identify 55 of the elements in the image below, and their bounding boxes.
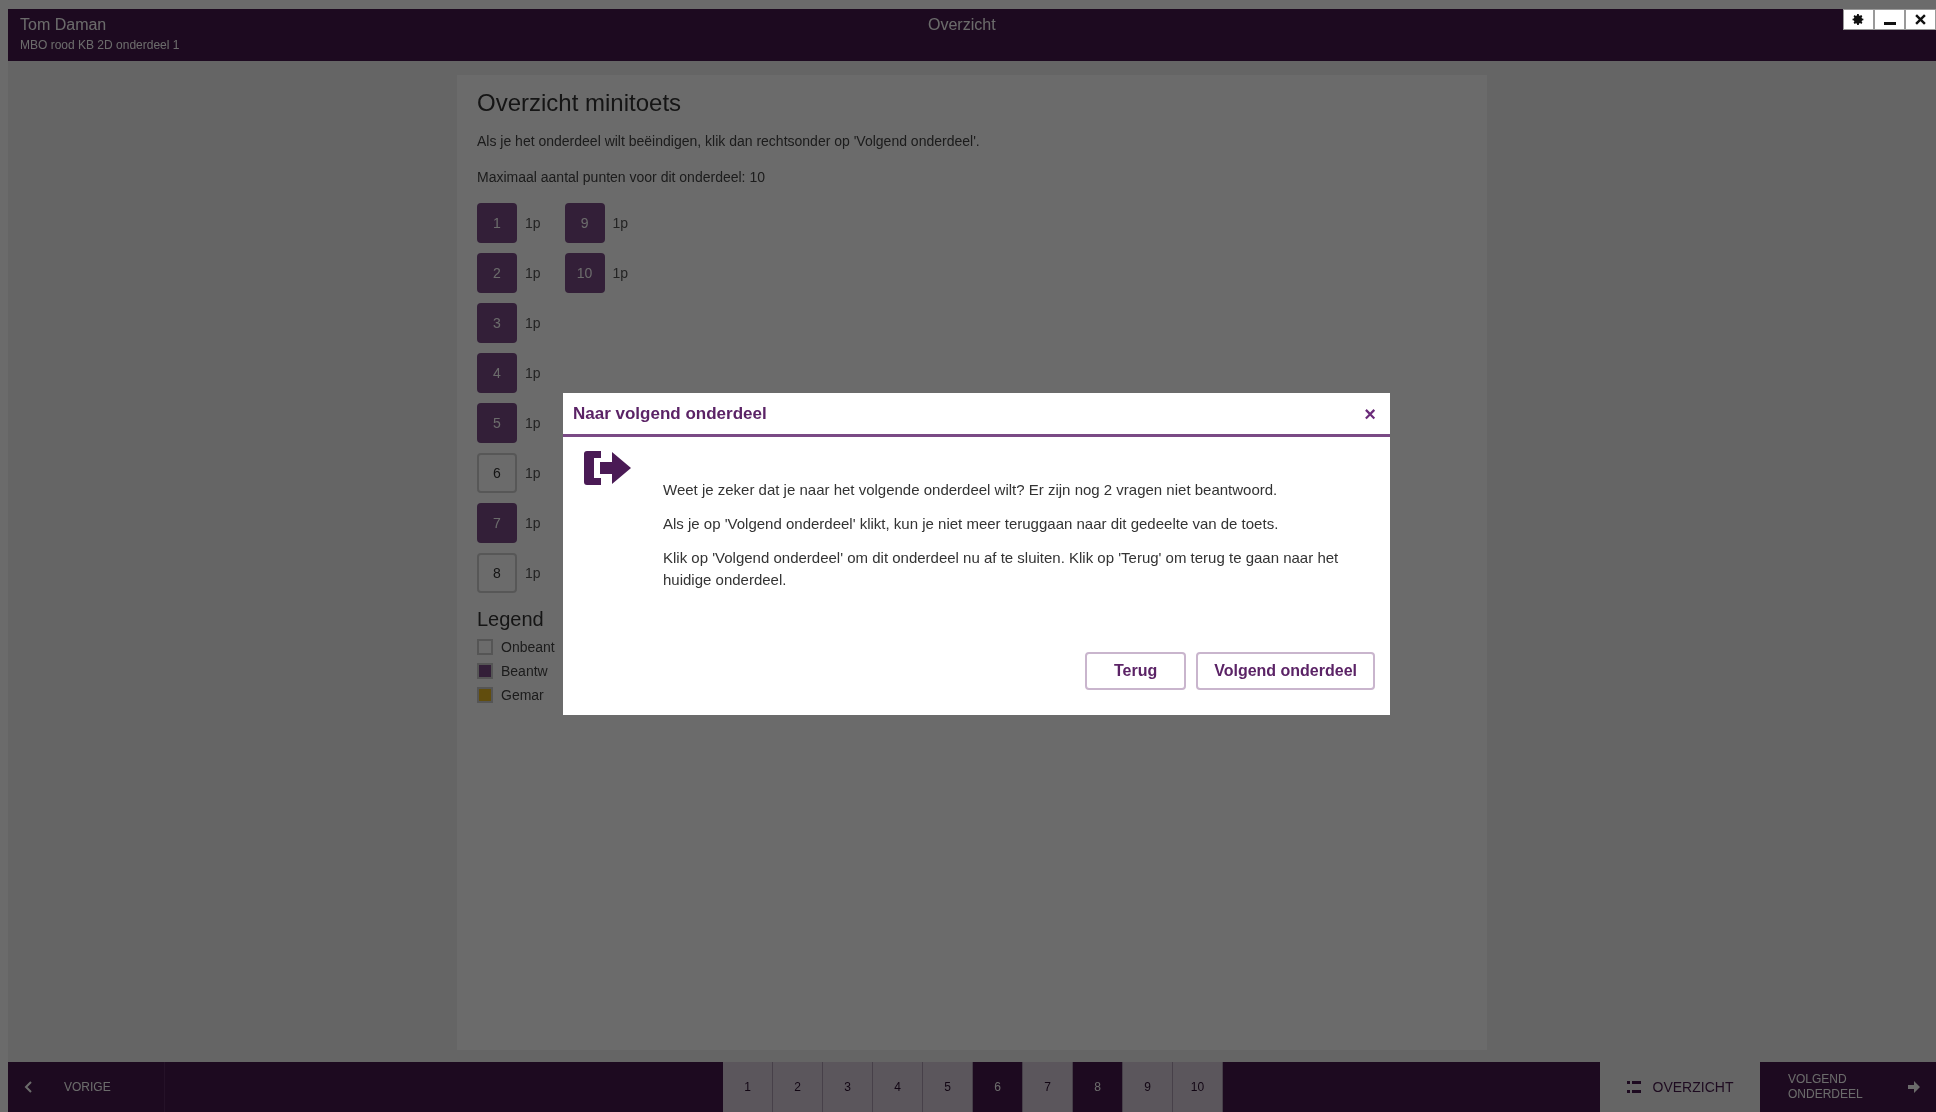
points-label: 1p [525, 214, 541, 233]
chevron-left-icon [24, 1081, 32, 1093]
page-tab[interactable]: 10 [1173, 1062, 1223, 1112]
question-button[interactable]: 9 [564, 203, 605, 243]
exit-arrow-icon [583, 449, 633, 487]
legend-label: Beantw [501, 662, 548, 681]
question-button[interactable]: 5 [477, 403, 517, 443]
question-button[interactable]: 4 [477, 353, 517, 393]
page-tab[interactable]: 5 [923, 1062, 973, 1112]
next-section-button[interactable]: VOLGEND ONDERDEEL [1772, 1062, 1936, 1112]
page-tab[interactable]: 7 [1023, 1062, 1073, 1112]
minimize-icon[interactable] [1874, 9, 1905, 30]
settings-icon[interactable] [1843, 9, 1874, 30]
previous-button[interactable]: VORIGE [8, 1062, 165, 1112]
page-tab[interactable]: 4 [873, 1062, 923, 1112]
overview-heading: Overzicht minitoets [477, 88, 683, 118]
page-tab[interactable]: 3 [823, 1062, 873, 1112]
arrow-right-icon [1908, 1081, 1920, 1093]
points-label: 1p [525, 564, 541, 583]
list-icon [1626, 1081, 1641, 1093]
close-icon[interactable] [1905, 9, 1936, 30]
dialog-message: Als je op 'Volgend onderdeel' klikt, kun je niet meer teruggaan naar dit gedeelte van de toets. [663, 514, 1280, 534]
user-name: Tom Daman [20, 15, 108, 35]
question-button[interactable]: 1 [477, 203, 517, 243]
dialog-message: Weet je zeker dat je naar het volgende onderdeel wilt? Er zijn nog 2 vragen niet beantwoord. [663, 480, 1279, 500]
points-label: 1p [525, 364, 541, 383]
question-button[interactable]: 6 [477, 453, 517, 493]
question-button[interactable]: 8 [477, 553, 517, 593]
points-label: 1p [612, 264, 629, 283]
page-tab[interactable]: 1 [723, 1062, 773, 1112]
max-points-text: Maximaal aantal punten voor dit onderdeel: 10 [477, 168, 766, 187]
instruction-text: Als je het onderdeel wilt beëindigen, klik dan rechtsonder op 'Volgend onderdeel'. [477, 132, 981, 151]
question-button[interactable]: 7 [477, 503, 517, 543]
page-title: Overzicht [928, 15, 996, 35]
page-tab[interactable]: 2 [773, 1062, 823, 1112]
next-section-confirm-button[interactable]: Volgend onderdeel [1196, 652, 1375, 690]
legend-label: Gemar [501, 686, 544, 705]
points-label: 1p [525, 414, 541, 433]
points-label: 1p [525, 464, 541, 483]
question-button[interactable]: 2 [477, 253, 517, 293]
question-button[interactable]: 3 [477, 303, 517, 343]
dialog-title: Naar volgend onderdeel [573, 402, 767, 425]
legend-label: Onbeant [501, 638, 555, 657]
page-tab[interactable]: 9 [1123, 1062, 1173, 1112]
points-label: 1p [525, 314, 541, 333]
close-button[interactable]: × [1360, 403, 1380, 424]
back-button[interactable]: Terug [1085, 652, 1187, 690]
overview-button[interactable]: OVERZICHT [1600, 1062, 1760, 1112]
question-button[interactable]: 10 [564, 253, 605, 293]
points-label: 1p [525, 264, 541, 283]
points-label: 1p [525, 514, 541, 533]
dialog-message: Klik op 'Volgend onderdeel' om dit onderdeel nu af te sluiten. Klik op 'Terug' om terug te gaan naar het huidige onderdeel. [663, 548, 1340, 590]
legend-title: Legend [477, 607, 545, 632]
test-subtitle: MBO rood KB 2D onderdeel 1 [20, 37, 180, 53]
points-label: 1p [612, 214, 629, 233]
